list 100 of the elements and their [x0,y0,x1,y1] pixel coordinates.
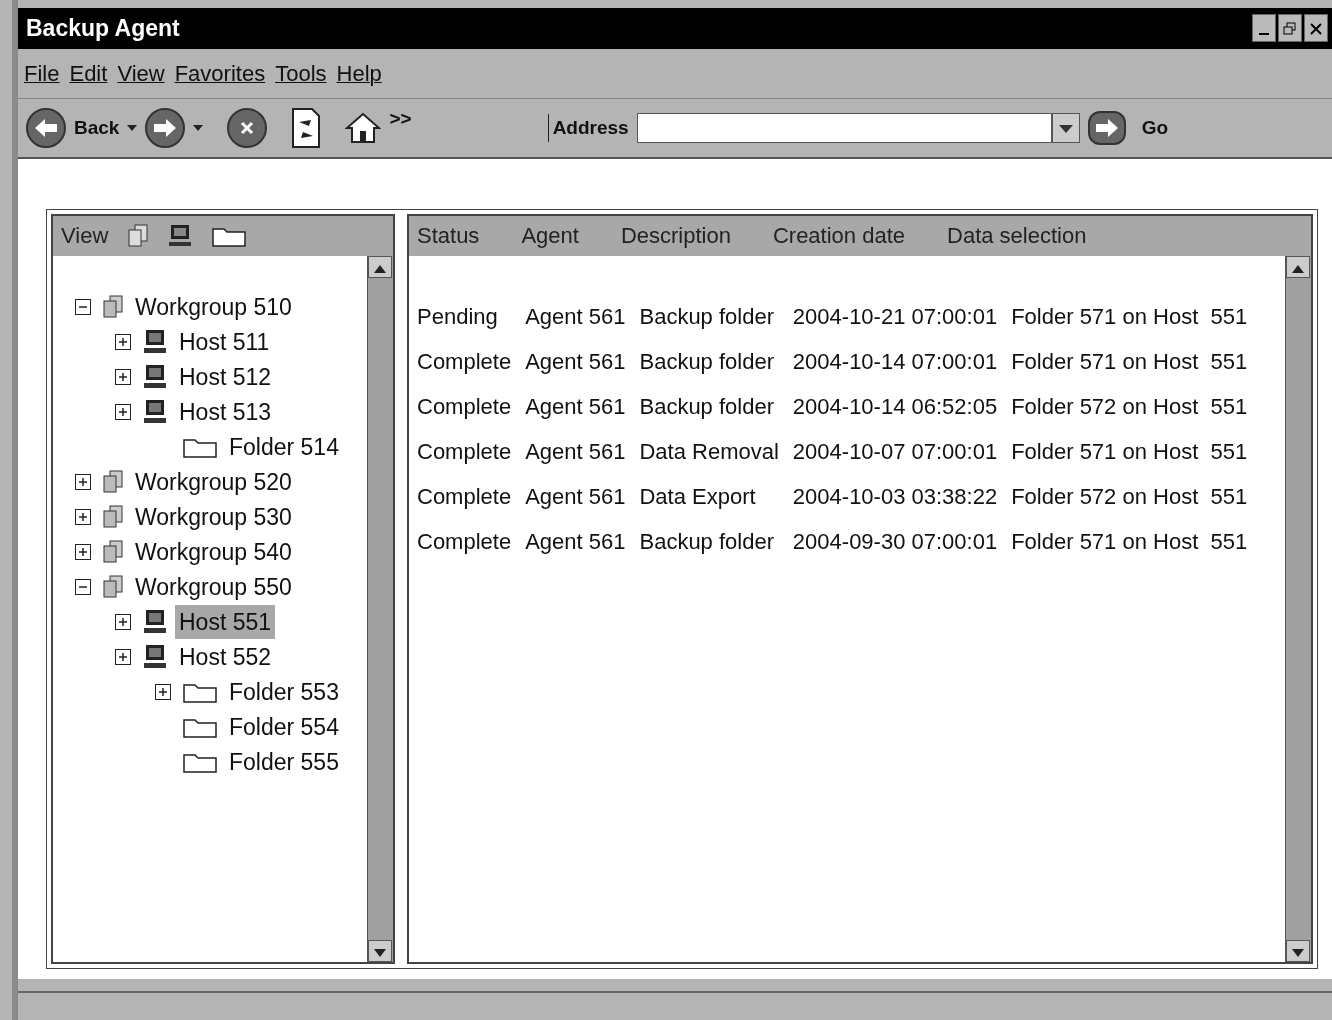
menu-item[interactable]: File [24,56,60,90]
expander-icon[interactable] [75,544,91,561]
tree-item[interactable]: Folder 514 [225,429,343,465]
expander-icon[interactable] [115,614,131,631]
scroll-down-button[interactable] [368,939,392,962]
table-cell-text: Agent 561 [525,482,627,511]
back-label[interactable]: Back [74,113,120,143]
expander-icon[interactable] [115,649,131,666]
table-cell-text: Folder 571 on Host 551 [1011,527,1249,556]
column-header[interactable]: Creation date [772,219,905,253]
folder-icon [183,681,217,704]
minimize-icon [1259,33,1269,36]
table-cell: Complete [417,383,526,429]
expander-icon[interactable] [75,299,91,316]
expander-icon[interactable] [75,579,91,596]
minimize-button[interactable] [1252,14,1276,43]
tree-item[interactable]: Host 513 [175,394,276,430]
menu-item[interactable]: Favorites [174,56,266,90]
right-arrow-icon [1093,116,1120,139]
stop-button[interactable] [227,107,268,148]
table-cell: Complete [417,518,526,564]
left-arrow-icon [33,116,59,139]
tree-item[interactable]: Workgroup 530 [131,499,296,535]
close-icon [239,119,256,136]
scroll-up-button[interactable] [368,255,392,278]
forward-button[interactable] [145,107,186,148]
table-cell-text: Agent 561 [525,392,627,421]
table-cell-text: Agent 561 [525,347,627,376]
tree-item[interactable]: Workgroup 520 [131,464,296,500]
tree-item[interactable]: Workgroup 540 [131,534,296,570]
computer-icon [143,609,167,636]
workgroup-icon [103,540,123,565]
down-arrow-icon [374,949,386,958]
caret-icon [1058,124,1073,133]
restore-icon [1283,22,1297,37]
column-header[interactable]: Data selection [947,219,1087,253]
workgroup-icon [103,505,123,530]
expander-icon[interactable] [155,684,171,701]
column-header[interactable]: Status [417,219,480,253]
tree-item[interactable]: Workgroup 550 [131,569,296,605]
menu-item[interactable]: Edit [69,56,108,90]
table-cell-text: Folder 572 on Host 551 [1011,482,1249,511]
panel-title: View [61,222,109,251]
table-cell-text: 2004-10-14 07:00:01 [792,347,999,376]
expander-icon[interactable] [75,474,91,491]
caret-icon[interactable] [127,124,138,131]
menu-item[interactable]: View [117,56,165,90]
computer-icon [143,364,167,391]
tree-item[interactable]: Host 511 [175,324,274,360]
table-cell: Backup folder [639,293,793,339]
table-cell-text: Agent 561 [525,437,627,466]
expander-icon[interactable] [75,509,91,526]
tree-item[interactable]: Workgroup 510 [131,289,296,325]
table-cell: Complete [417,428,526,474]
refresh-icon[interactable] [291,107,322,148]
folder-icon [183,751,217,774]
computer-icon [143,399,167,426]
go-button[interactable] [1087,110,1126,145]
workgroup-icon [103,575,123,600]
workgroup-icon [103,295,123,320]
go-label[interactable]: Go [1141,113,1169,143]
tree-item[interactable]: Folder 555 [225,744,343,780]
computer-icon [143,644,167,671]
expander-icon[interactable] [115,369,131,386]
tree-item[interactable]: Host 552 [175,639,276,675]
computer-icon[interactable] [168,223,193,248]
menu-item[interactable]: Help [336,56,382,90]
table-cell: Backup folder [639,518,793,564]
close-button[interactable] [1304,14,1328,43]
scroll-up-button[interactable] [1286,255,1310,278]
address-label: Address [547,113,629,143]
folder-icon [183,716,217,739]
tree-item[interactable]: Host 551 [175,604,276,640]
scrollbar[interactable] [367,255,393,962]
tree-item[interactable]: Host 512 [175,359,276,395]
column-header[interactable]: Description [620,219,731,253]
column-header[interactable]: Agent [521,219,579,253]
dropdown-button[interactable] [1051,112,1080,143]
table-cell-text: 2004-10-21 07:00:01 [792,302,999,331]
table-cell: Data Removal [639,428,793,474]
window-title: Backup Agent [26,14,180,44]
expander-icon[interactable] [115,404,131,421]
caret-icon[interactable] [193,124,204,131]
scroll-down-button[interactable] [1286,939,1310,962]
address-field[interactable] [636,112,1052,143]
workgroup-icon[interactable] [128,223,149,248]
home-icon[interactable] [345,111,382,144]
menu-item[interactable]: Tools [275,56,327,90]
up-arrow-icon [374,265,386,274]
table-cell: Backup folder [639,338,793,384]
down-arrow-icon [1292,949,1304,958]
tree-item[interactable]: Folder 554 [225,709,343,745]
close-icon [1309,22,1323,37]
scrollbar[interactable] [1285,255,1311,962]
more-chevron[interactable]: >> [389,104,412,134]
restore-button[interactable] [1278,14,1302,43]
table-cell-text: 2004-10-03 03:38:22 [792,482,999,511]
expander-icon[interactable] [115,334,131,351]
tree-item[interactable]: Folder 553 [225,674,343,710]
back-button[interactable] [26,107,66,148]
